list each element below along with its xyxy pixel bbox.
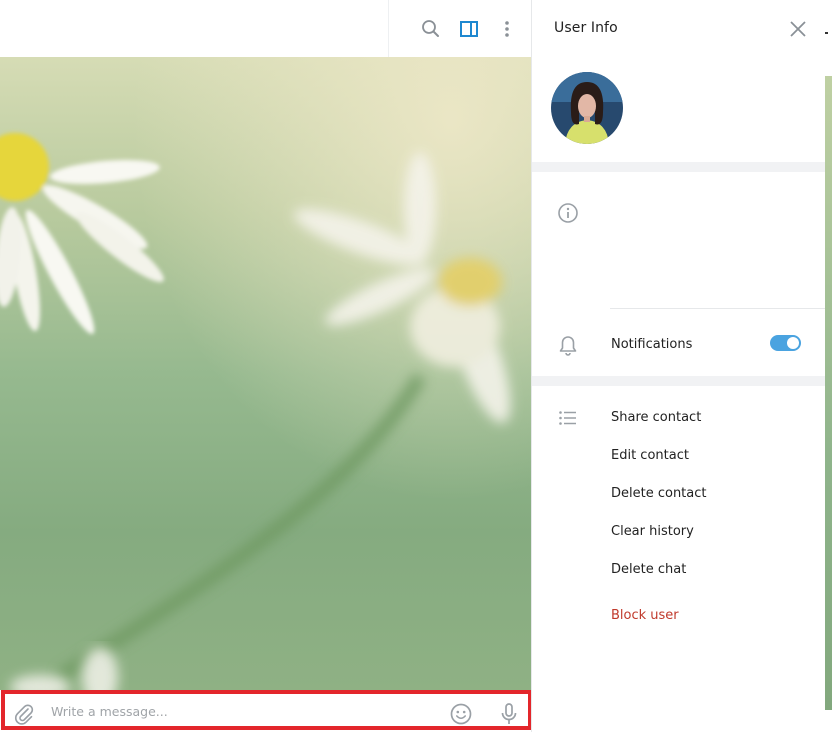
more-vertical-icon[interactable] (495, 17, 519, 41)
paperclip-icon[interactable] (11, 701, 37, 727)
section-separator (532, 162, 825, 172)
info-divider (610, 308, 825, 309)
sidebar-toggle-icon[interactable] (457, 17, 481, 41)
close-icon[interactable] (787, 18, 809, 40)
background-edge (824, 76, 832, 710)
message-composer (1, 690, 532, 730)
emoji-icon[interactable] (448, 701, 474, 727)
search-icon[interactable] (419, 17, 443, 41)
notifications-label: Notifications (611, 337, 693, 352)
clear-history-button[interactable]: Clear history (611, 524, 694, 539)
delete-chat-button[interactable]: Delete chat (611, 562, 686, 577)
share-contact-button[interactable]: Share contact (611, 410, 701, 425)
panel-title: User Info (554, 20, 618, 36)
toggle-knob (787, 337, 799, 349)
microphone-icon[interactable] (496, 701, 522, 727)
block-user-button[interactable]: Block user (611, 608, 679, 623)
user-info-panel: User Info Notifications Share contact Ed… (531, 0, 825, 732)
notifications-toggle[interactable] (770, 335, 801, 351)
delete-contact-button[interactable]: Delete contact (611, 486, 707, 501)
edit-contact-button[interactable]: Edit contact (611, 448, 689, 463)
chat-wallpaper (0, 57, 531, 690)
list-icon (558, 410, 578, 426)
chat-header (0, 0, 532, 57)
message-input[interactable] (51, 699, 431, 723)
avatar[interactable] (551, 72, 623, 144)
bell-icon (558, 334, 578, 356)
section-separator (532, 376, 825, 386)
info-icon (557, 202, 579, 224)
